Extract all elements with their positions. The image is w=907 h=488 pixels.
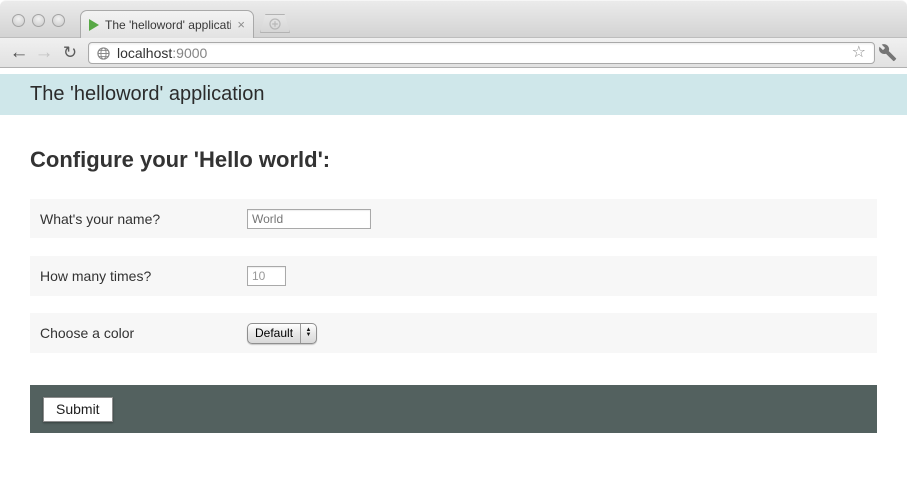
url-host: localhost (117, 45, 172, 61)
app-header-title: The 'helloword' application (30, 83, 264, 106)
wrench-icon (878, 43, 897, 62)
new-tab-button[interactable] (260, 14, 290, 33)
name-input[interactable] (247, 209, 371, 229)
color-label: Choose a color (40, 325, 134, 341)
forward-button[interactable]: → (33, 40, 55, 66)
page-heading: Configure your 'Hello world': (30, 147, 330, 173)
wrench-menu-button[interactable] (878, 43, 897, 67)
browser-toolbar: ← → ↻ localhost:9000 ☆ (0, 38, 907, 68)
times-input[interactable] (247, 266, 286, 286)
minimize-window-button[interactable] (32, 14, 45, 27)
url-port: :9000 (172, 45, 207, 61)
select-stepper-icon: ▲ ▼ (300, 324, 316, 343)
submit-bar: Submit (30, 385, 877, 433)
titlebar: The 'helloword' application × (0, 0, 907, 38)
color-select-value: Default (248, 326, 300, 340)
zoom-window-button[interactable] (52, 14, 65, 27)
form-row-times: How many times? (30, 256, 877, 296)
reload-button[interactable]: ↻ (59, 40, 81, 66)
url-text[interactable]: localhost:9000 (117, 45, 852, 61)
tab-close-icon[interactable]: × (237, 18, 245, 31)
back-button[interactable]: ← (8, 40, 30, 66)
tab-helloword[interactable]: The 'helloword' application × (80, 10, 254, 38)
bookmark-star-icon[interactable]: ☆ (852, 45, 866, 61)
address-bar[interactable]: localhost:9000 ☆ (88, 42, 875, 64)
window-controls (12, 14, 65, 27)
name-label: What's your name? (40, 211, 160, 227)
form-row-color: Choose a color Default ▲ ▼ (30, 313, 877, 353)
globe-icon (97, 47, 110, 60)
times-label: How many times? (40, 268, 151, 284)
play-triangle-icon (89, 19, 99, 31)
tab-title: The 'helloword' application (105, 18, 231, 32)
form-row-name: What's your name? (30, 199, 877, 238)
submit-button[interactable]: Submit (43, 397, 113, 422)
color-select[interactable]: Default ▲ ▼ (247, 323, 317, 344)
close-window-button[interactable] (12, 14, 25, 27)
app-header-banner: The 'helloword' application (0, 74, 907, 115)
web-page: The 'helloword' application Configure yo… (0, 69, 907, 488)
new-tab-icon (269, 18, 281, 30)
browser-window: The 'helloword' application × ← → ↻ loca… (0, 0, 907, 488)
